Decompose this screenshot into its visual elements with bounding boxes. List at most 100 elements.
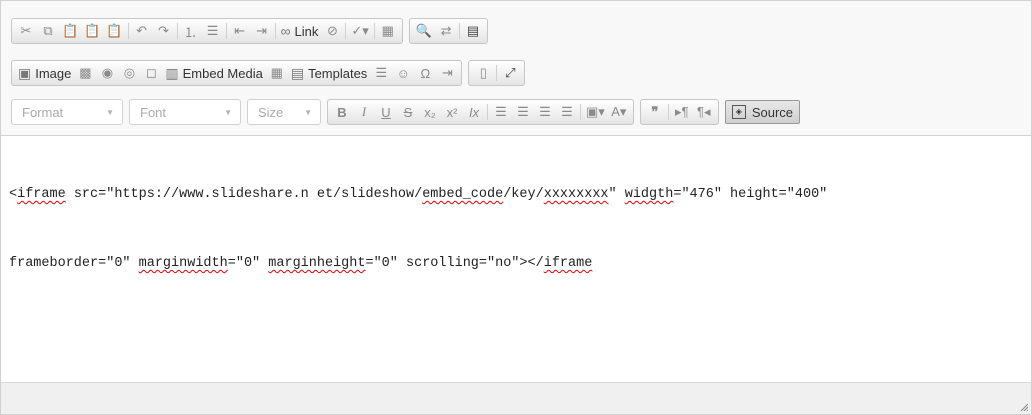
underline-icon[interactable]: U xyxy=(375,101,397,123)
redo-icon[interactable]: ↷ xyxy=(153,20,175,42)
outdent-icon[interactable]: ⇤ xyxy=(229,20,251,42)
font-combo-label: Font xyxy=(140,104,167,120)
separator xyxy=(345,23,347,39)
misspelled-word: marginheight xyxy=(268,256,366,271)
view-group: ▯ ⤢ xyxy=(468,60,526,86)
chevron-down-icon: ▼ xyxy=(106,107,114,117)
misspelled-word: xxxxxxxx xyxy=(543,187,609,202)
unlink-icon[interactable]: ⊘ xyxy=(321,20,343,42)
separator xyxy=(373,23,375,39)
table-icon[interactable]: ▦ xyxy=(377,20,399,42)
image-label: Image xyxy=(35,65,72,81)
smiley-icon[interactable]: ☺ xyxy=(392,62,414,84)
find-group: 🔍 ⇄ ▤ xyxy=(408,18,489,44)
indent-icon[interactable]: ⇥ xyxy=(251,20,273,42)
numbered-list-icon[interactable]: ⒈ xyxy=(180,20,202,42)
remove-format-icon[interactable]: Ix xyxy=(463,101,485,123)
globe-icon[interactable]: ◎ xyxy=(118,62,140,84)
font-combo[interactable]: Font ▼ xyxy=(129,99,241,125)
special-char-icon[interactable]: Ω xyxy=(414,62,436,84)
superscript-icon[interactable]: x² xyxy=(441,101,463,123)
bold-icon[interactable]: B xyxy=(331,101,353,123)
horizontal-rule-icon[interactable]: ☰ xyxy=(370,62,392,84)
undo-icon[interactable]: ↶ xyxy=(131,20,153,42)
separator xyxy=(127,23,129,39)
rtl-icon[interactable]: ¶◂ xyxy=(693,101,715,123)
text-segment: ="476" height="400" xyxy=(673,187,828,202)
size-combo-label: Size xyxy=(258,104,284,120)
toolbar-row-1: ✂ ⧉ 📋 📋 📋 ↶ ↷ ⒈ ☰ ⇤ ⇥ ∞ Link ⊘ ✓▾ ▦ 🔍 ⇄ … xyxy=(11,17,494,45)
format-group: B I U S x₂ x² Ix ☰ ☰ ☰ ☰ ▣▾ A▾ xyxy=(327,99,634,125)
paste-text-icon[interactable]: 📋 xyxy=(81,20,103,42)
text-segment: ="0" scrolling="no"></ xyxy=(365,256,544,271)
toolbar-row-2: ▣ Image ▩ ◉ ◎ ◻ ▥ Embed Media ▦ ▤ Templa… xyxy=(11,59,531,87)
editor-status-bar xyxy=(1,382,1031,414)
templates-button[interactable]: ▤ Templates xyxy=(288,62,370,84)
text-segment: < xyxy=(9,187,18,202)
italic-icon[interactable]: I xyxy=(353,101,375,123)
link-button[interactable]: ∞ Link xyxy=(278,20,322,42)
preview-icon[interactable]: ▯ xyxy=(472,62,494,84)
separator xyxy=(274,23,276,39)
format-combo[interactable]: Format ▼ xyxy=(11,99,123,125)
align-right-icon[interactable]: ☰ xyxy=(534,101,556,123)
text-segment: /key/ xyxy=(503,187,544,202)
show-blocks-icon[interactable]: ▤ xyxy=(462,20,484,42)
source-button[interactable]: ◈ Source xyxy=(724,100,801,124)
insert-group: ▣ Image ▩ ◉ ◎ ◻ ▥ Embed Media ▦ ▤ Templa… xyxy=(11,60,463,86)
embed-media-button[interactable]: ▥ Embed Media xyxy=(162,62,265,84)
size-combo[interactable]: Size ▼ xyxy=(247,99,321,125)
maximize-icon[interactable]: ⤢ xyxy=(499,62,521,84)
misspelled-word: iframe xyxy=(543,256,593,271)
image-button[interactable]: ▣ Image xyxy=(15,62,74,84)
source-label: Source xyxy=(751,104,794,120)
resize-handle-icon[interactable] xyxy=(1020,403,1028,411)
source-text-area[interactable]: < iframe src="https://www.slideshare.n et… xyxy=(9,137,1023,377)
text-segment: " xyxy=(608,187,625,202)
separator xyxy=(225,23,227,39)
image-icon: ▣ xyxy=(18,65,32,81)
link-icon: ∞ xyxy=(280,23,291,39)
add-image-icon[interactable]: ▩ xyxy=(74,62,96,84)
subscript-icon[interactable]: x₂ xyxy=(419,101,441,123)
cut-icon[interactable]: ✂ xyxy=(15,20,37,42)
iframe-icon[interactable]: ◻ xyxy=(140,62,162,84)
align-justify-icon[interactable]: ☰ xyxy=(556,101,578,123)
text-segment: frameborder="0" xyxy=(9,256,139,271)
text-segment: ="0" xyxy=(227,256,269,271)
blockquote-icon[interactable]: ❞ xyxy=(644,101,666,123)
strikethrough-icon[interactable]: S xyxy=(397,101,419,123)
templates-icon: ▤ xyxy=(290,65,305,81)
content-line-2: frameborder="0" marginwidth="0" marginhe… xyxy=(9,252,1023,275)
templates-label: Templates xyxy=(308,65,368,81)
flash-icon[interactable]: ◉ xyxy=(96,62,118,84)
link-label: Link xyxy=(294,23,319,39)
background-color-icon[interactable]: ▣▾ xyxy=(583,101,608,123)
align-left-icon[interactable]: ☰ xyxy=(490,101,512,123)
separator xyxy=(496,65,498,81)
paste-icon[interactable]: 📋 xyxy=(59,20,81,42)
misspelled-word: marginwidth xyxy=(138,256,228,271)
separator xyxy=(667,104,669,120)
block-group: ❞ ▸¶ ¶◂ xyxy=(639,99,719,125)
copy-icon[interactable]: ⧉ xyxy=(37,20,59,42)
ltr-icon[interactable]: ▸¶ xyxy=(671,101,693,123)
paste-word-icon[interactable]: 📋 xyxy=(103,20,125,42)
align-center-icon[interactable]: ☰ xyxy=(512,101,534,123)
calendar-icon[interactable]: ▦ xyxy=(266,62,288,84)
find-icon[interactable]: 🔍 xyxy=(413,20,435,42)
editor-toolbar: ✂ ⧉ 📋 📋 📋 ↶ ↷ ⒈ ☰ ⇤ ⇥ ∞ Link ⊘ ✓▾ ▦ 🔍 ⇄ … xyxy=(1,1,1031,136)
chevron-down-icon: ▼ xyxy=(224,107,232,117)
text-color-icon[interactable]: A▾ xyxy=(608,101,630,123)
separator xyxy=(487,104,488,120)
bulleted-list-icon[interactable]: ☰ xyxy=(202,20,224,42)
spellcheck-icon[interactable]: ✓▾ xyxy=(348,20,371,42)
replace-icon[interactable]: ⇄ xyxy=(435,20,457,42)
text-segment: src="https://www.slideshare.n et/slidesh… xyxy=(65,187,423,202)
page-break-icon[interactable]: ⇥ xyxy=(436,62,458,84)
clipboard-group: ✂ ⧉ 📋 📋 📋 ↶ ↷ ⒈ ☰ ⇤ ⇥ ∞ Link ⊘ ✓▾ ▦ xyxy=(11,18,403,44)
content-line-1: <iframe src="https://www.slideshare.n et… xyxy=(9,183,1023,206)
format-combo-label: Format xyxy=(22,104,64,120)
separator xyxy=(459,23,461,39)
separator xyxy=(176,23,178,39)
